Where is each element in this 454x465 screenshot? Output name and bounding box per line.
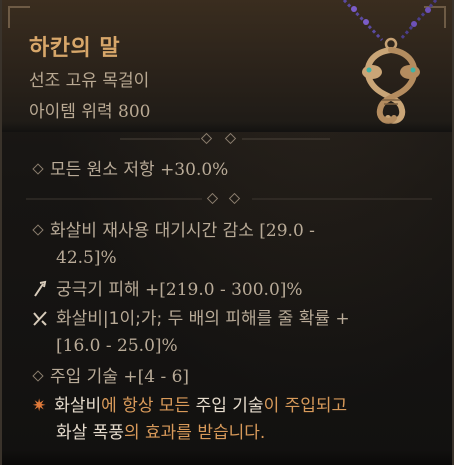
stat-imbue-value: +[4 - 6] [123,367,190,387]
diamond-bullet-icon [32,370,44,382]
stat-cooldown-label: 화살비 재사용 대기시간 감소 [50,221,260,241]
unique-effect: ✷ 화살비에 항상 모든 주입 기술이 주입되고 화살 폭풍의 효과를 받습니다. [30,393,347,447]
stat-resist-label: 모든 원소 저항 [50,160,161,180]
item-tooltip: 하칸의 말 선조 고유 목걸이 아이템 위력 800 모든 원소 저항 +30.… [0,0,454,465]
stat-resist: 모든 원소 저항 +30.0% [30,157,228,184]
item-power-label: 아이템 위력 [29,102,119,122]
section-divider [26,193,432,205]
stat-cooldown-value-start: [29.0 - [259,221,315,241]
stat-double-damage-value: [16.0 - 25.0]% [56,336,178,356]
unique-text: 이 주입되고 [263,396,348,416]
corner-ornament [8,6,30,28]
stat-double-damage: 화살비|1이;가; 두 배의 피해를 줄 확률 + [16.0 - 25.0]% [30,306,350,360]
stat-resist-value: +30.0% [160,160,229,180]
stat-ultimate: 궁극기 피해 +[219.0 - 300.0]% [30,277,303,304]
stat-cooldown-value-end: 42.5]% [56,248,117,268]
item-name: 하칸의 말 [29,36,121,61]
unique-text: 의 효과를 받습니다. [123,423,266,443]
serpent-amulet-icon [342,0,438,124]
diamond-bullet-icon [32,224,44,236]
section-divider [120,133,330,145]
item-power-value: 800 [118,102,151,122]
stat-ultimate-value: +[219.0 - 300.0]% [145,280,303,300]
swap-arrows-icon [33,311,47,326]
unique-imbue-skill: 주입 기술 [195,396,264,416]
stat-cooldown: 화살비 재사용 대기시간 감소 [29.0 - 42.5]% [30,218,315,272]
stat-double-damage-label: 화살비|1이;가; 두 배의 피해를 줄 확률 + [56,309,350,329]
item-type: 선조 고유 목걸이 [29,71,150,91]
unique-text: 에 항상 모든 [101,396,196,416]
unique-storm-name: 화살 폭풍 [56,423,124,443]
diamond-bullet-icon [32,163,44,175]
stat-imbue-label: 주입 기술 [50,367,124,387]
starburst-icon: ✷ [32,396,47,416]
unique-skill-name: 화살비 [54,396,102,416]
tooltip-header: 하칸의 말 선조 고유 목걸이 아이템 위력 800 [2,0,452,132]
stat-imbue: 주입 기술 +[4 - 6] [30,364,189,391]
arrow-up-icon [34,280,47,297]
stat-ultimate-label: 궁극기 피해 [56,280,146,300]
footer-fade [2,449,452,465]
item-power: 아이템 위력 800 [29,97,150,122]
